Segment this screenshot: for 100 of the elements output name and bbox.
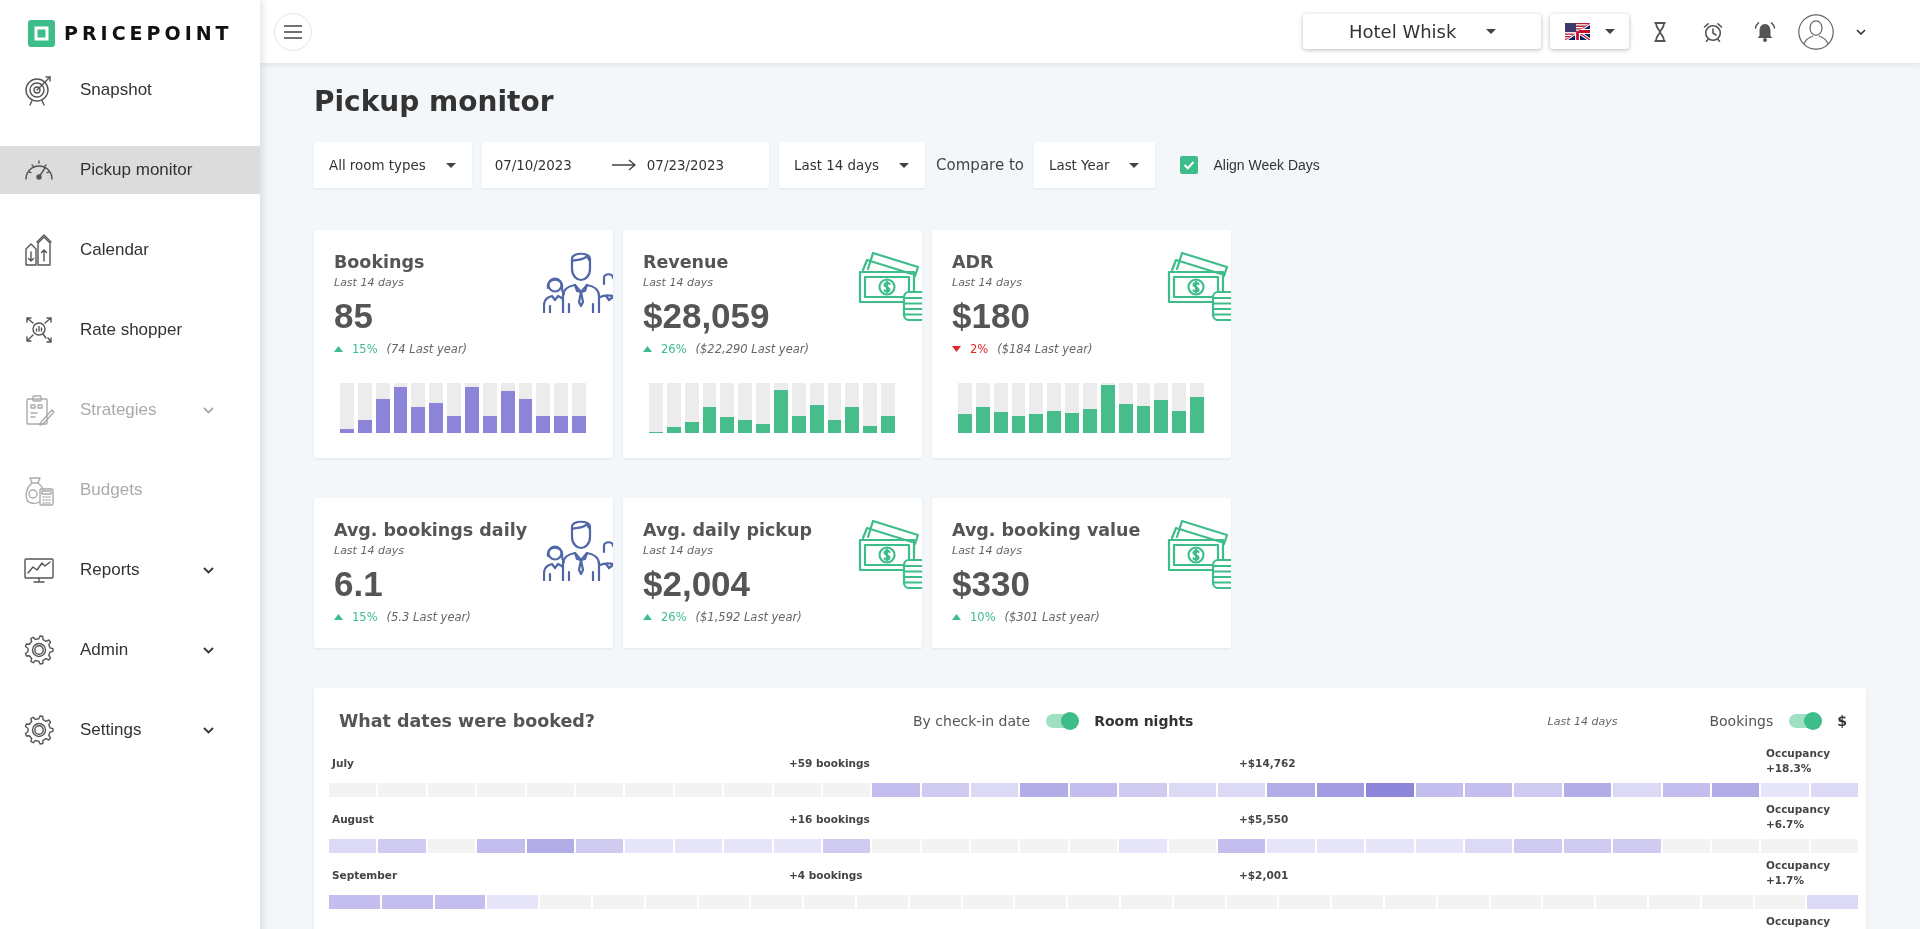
card-period: Last 14 days <box>952 276 1022 290</box>
bell-icon[interactable] <box>1754 20 1776 43</box>
menu-icon <box>284 24 302 39</box>
previous-value: (74 Last year) <box>386 342 468 356</box>
chart-bar <box>827 419 842 433</box>
date-range-field[interactable]: 07/10/2023 07/23/2023 <box>481 142 770 188</box>
toggle-label: Room nights <box>1094 713 1194 729</box>
chart-bar <box>1154 399 1169 433</box>
caret-icon <box>1486 29 1496 34</box>
people-icon <box>543 250 613 313</box>
chart-bar <box>881 415 896 433</box>
caret-icon <box>1605 29 1615 34</box>
people-icon <box>543 518 613 581</box>
flag-icon <box>1565 23 1590 40</box>
compare-dropdown[interactable]: Last Year <box>1033 142 1156 188</box>
occupancy-label: Occupancy <box>1766 746 1830 761</box>
chart-bar <box>429 403 444 433</box>
sidebar-item[interactable]: Rate shopper <box>0 306 260 354</box>
metric-value: $2,004 <box>643 564 751 604</box>
previous-value: ($1,592 Last year) <box>695 610 802 624</box>
chart-bar <box>1136 405 1151 433</box>
occupancy-value: +6.7% <box>1766 817 1804 832</box>
revenue-amount: +$2,001 <box>1239 869 1289 881</box>
chart-bar <box>958 413 972 433</box>
card-period: Last 14 days <box>334 544 404 558</box>
avatar-icon[interactable] <box>1798 13 1834 50</box>
chart-bar <box>518 399 533 433</box>
chart-bar <box>1011 415 1026 433</box>
hotel-dropdown[interactable]: Hotel Whisk <box>1303 14 1541 49</box>
sidebar-item[interactable]: Admin <box>0 626 260 674</box>
gear-icon <box>23 714 55 746</box>
card-period: Last 14 days <box>643 544 713 558</box>
bookings-count: +4 bookings <box>789 869 863 881</box>
logo-text: PRICEPOINT <box>64 22 233 44</box>
period-dropdown[interactable]: Last 14 days <box>779 142 926 188</box>
change-percent: 2% <box>970 342 989 356</box>
change-percent: 26% <box>661 342 687 356</box>
arrow-right-icon <box>611 159 636 171</box>
card-title: Revenue <box>643 251 729 274</box>
sidebar-item[interactable]: Calendar <box>0 226 260 274</box>
chart-bar <box>1190 396 1205 433</box>
chart-bar <box>845 407 860 433</box>
chart-bar <box>809 405 824 433</box>
card-period: Last 14 days <box>643 276 713 290</box>
chart-bar <box>375 399 390 433</box>
chart-bar <box>1047 411 1062 433</box>
card-title: Avg. booking value <box>952 519 1141 542</box>
chart-bar <box>756 423 770 433</box>
magnifier-arrows-icon <box>23 314 55 346</box>
card-title: Bookings <box>334 251 425 274</box>
gear-icon <box>23 634 55 666</box>
occupancy-value: +1.7% <box>1766 873 1804 888</box>
toggle-switch[interactable] <box>1787 711 1824 731</box>
language-dropdown[interactable] <box>1550 14 1629 49</box>
metric-value: $28,059 <box>643 296 770 336</box>
month-label: September <box>332 869 398 881</box>
panel-title: What dates were booked? <box>339 711 596 731</box>
change-percent: 10% <box>970 610 996 624</box>
chart-bar <box>482 415 497 433</box>
toggle-label: $ <box>1837 713 1847 729</box>
money-bag-icon <box>23 474 55 506</box>
chart-bar <box>684 421 699 433</box>
chevron-down-icon[interactable] <box>1856 28 1866 35</box>
sidebar-item[interactable]: Reports <box>0 546 260 594</box>
previous-value: ($184 Last year) <box>997 342 1093 356</box>
chart-bar <box>1118 403 1133 433</box>
chart-bar <box>340 428 354 433</box>
occupancy-value: +18.3% <box>1766 761 1812 776</box>
sidebar-item[interactable]: Settings <box>0 706 260 754</box>
card-period: Last 14 days <box>334 276 404 290</box>
sidebar-item[interactable]: Pickup monitor <box>0 146 260 194</box>
chart-bar <box>791 415 806 433</box>
chart-bar <box>447 415 461 433</box>
date-value: 07/23/2023 <box>646 157 725 173</box>
metric-value: $180 <box>952 296 1030 336</box>
chart-bar <box>993 412 1008 433</box>
chart-bar <box>1172 411 1187 433</box>
hourglass-icon[interactable] <box>1654 21 1666 42</box>
toggle-switch[interactable] <box>1044 711 1081 731</box>
toggle-label: By check-in date <box>913 713 1031 729</box>
occupancy-label: Occupancy <box>1766 802 1830 817</box>
room-type-dropdown[interactable]: All room types <box>314 142 472 188</box>
change-percent: 15% <box>352 610 378 624</box>
caret-icon <box>1129 162 1140 168</box>
change-percent: 15% <box>352 342 378 356</box>
sidebar-item[interactable]: Snapshot <box>0 66 260 114</box>
alarm-clock-icon[interactable] <box>1703 21 1723 42</box>
month-label: July <box>332 757 354 769</box>
menu-button[interactable] <box>274 12 312 51</box>
caret-icon <box>445 162 456 168</box>
previous-value: ($22,290 Last year) <box>695 342 809 356</box>
chart-bar <box>554 415 569 433</box>
checkbox[interactable] <box>1180 156 1199 174</box>
period-label: Last 14 days <box>1547 714 1618 728</box>
checkbox-label: Align Week Days <box>1213 157 1320 173</box>
toggle-label: Bookings <box>1709 713 1774 729</box>
revenue-amount: +$14,762 <box>1239 757 1296 769</box>
bookings-count: +59 bookings <box>789 757 870 769</box>
page-title: Pickup monitor <box>314 85 554 119</box>
caret-icon <box>899 162 910 168</box>
